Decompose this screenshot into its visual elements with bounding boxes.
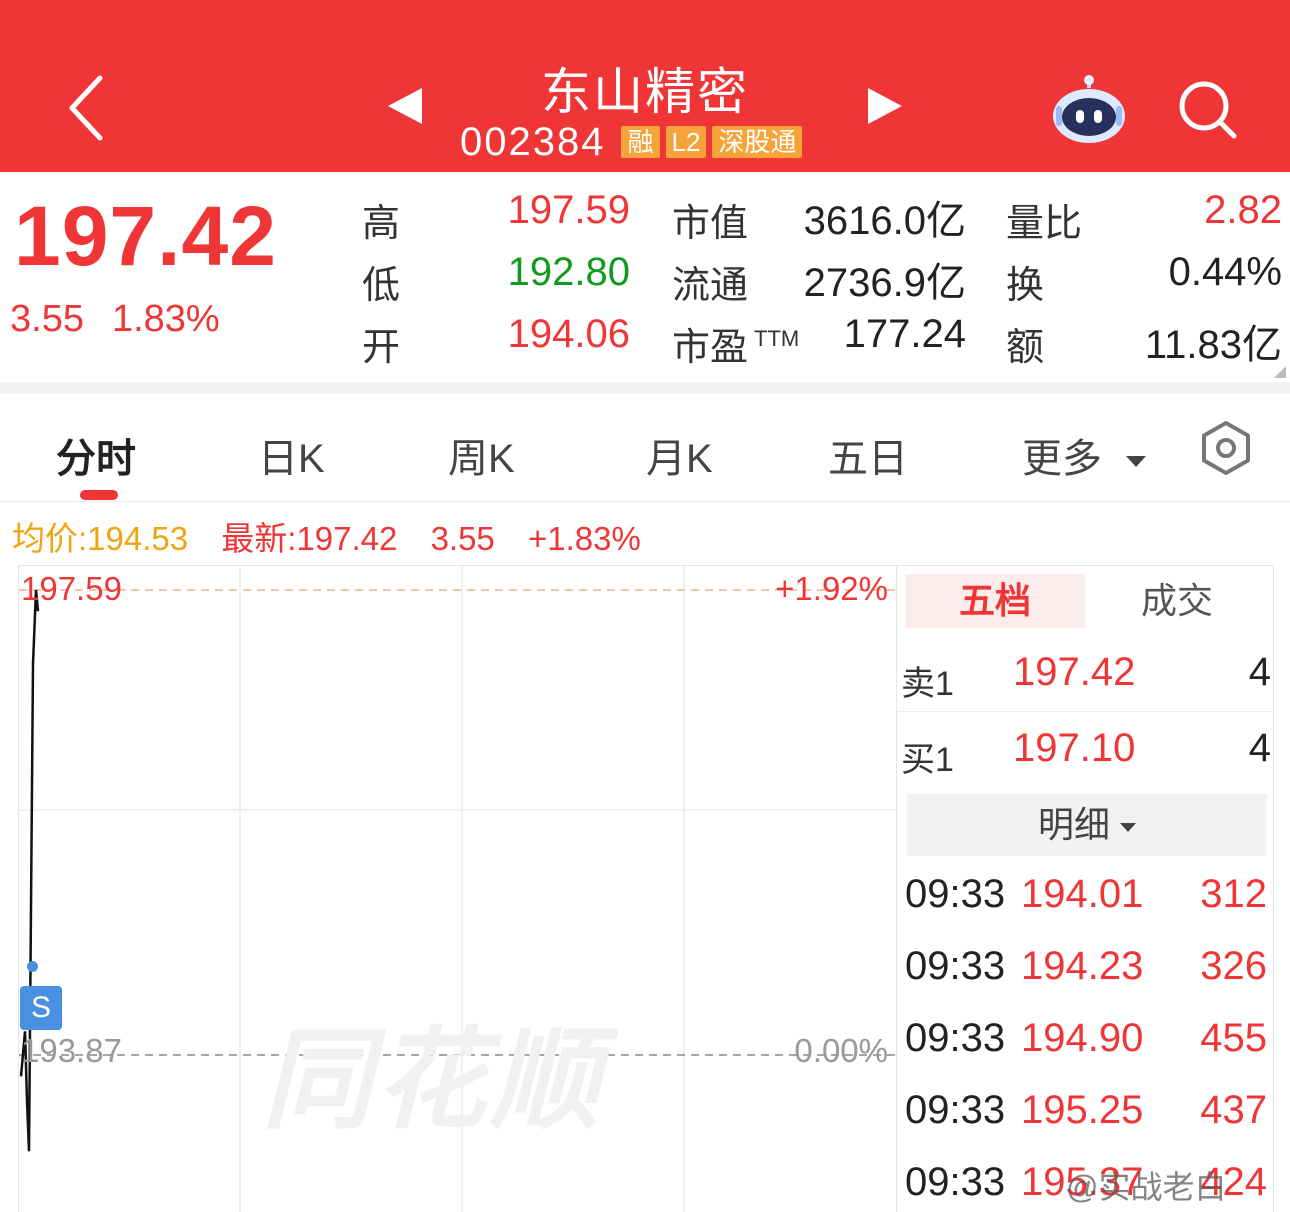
chart-top-pct: +1.92% xyxy=(775,570,888,607)
trade-time: 09:33 xyxy=(905,1160,1006,1204)
tab-daily-k[interactable]: 日K xyxy=(258,426,325,484)
buy1-price: 197.10 xyxy=(1013,726,1136,770)
trade-row: 09:33 195.25 437 xyxy=(897,1082,1273,1142)
caret-down-icon xyxy=(1126,455,1146,467)
chart-tabs: 分时 日K 周K 月K 五日 更多 xyxy=(0,394,1290,502)
trade-volume: 312 xyxy=(1200,872,1267,916)
low-value: 192.80 xyxy=(507,250,630,294)
robot-assistant-icon[interactable] xyxy=(1050,74,1128,144)
trade-price: 194.01 xyxy=(1021,872,1144,916)
stock-code: 002384 xyxy=(460,119,606,164)
trade-time: 09:33 xyxy=(905,1016,1006,1060)
tab-monthly-k[interactable]: 月K xyxy=(646,426,713,484)
buy1-qty: 4 xyxy=(1248,726,1271,770)
high-label: 高 xyxy=(362,203,401,245)
tab-five-levels[interactable]: 五档 xyxy=(905,574,1085,628)
amount-label: 额 xyxy=(1006,327,1045,369)
latest-price-label: 最新:197.42 xyxy=(221,520,398,557)
trade-price: 194.23 xyxy=(1021,944,1144,988)
tab-more-label: 更多 xyxy=(1022,437,1102,481)
vol-ratio-value: 2.82 xyxy=(1204,188,1282,232)
search-icon[interactable] xyxy=(1176,78,1238,140)
pe-ttm-sup: TTM xyxy=(754,326,800,352)
detail-dropdown[interactable]: 明细 xyxy=(907,794,1267,856)
quote-panel: 197.42 3.55 1.83% 高 197.59 低 192.80 开 194… xyxy=(0,172,1290,384)
sell1-qty: 4 xyxy=(1248,650,1271,694)
mktcap-value: 3616.0亿 xyxy=(803,199,966,243)
open-label: 开 xyxy=(362,327,401,369)
trade-price: 194.90 xyxy=(1021,1016,1144,1060)
amount-value: 11.83亿 xyxy=(1144,323,1282,367)
tab-intraday[interactable]: 分时 xyxy=(56,426,136,484)
detail-label: 明细 xyxy=(1037,804,1110,845)
sell1-label: 卖1 xyxy=(901,665,954,703)
margin-tag: 融 xyxy=(621,126,660,158)
tab-weekly-k[interactable]: 周K xyxy=(448,426,515,484)
chart-base-pct: 0.00% xyxy=(794,1032,888,1069)
sell1-row[interactable]: 卖1 197.42 4 xyxy=(897,638,1273,712)
trade-volume: 455 xyxy=(1200,1016,1267,1060)
trade-volume: 326 xyxy=(1200,944,1267,988)
trade-time: 09:33 xyxy=(905,944,1006,988)
open-value: 194.06 xyxy=(507,312,630,356)
turnover-value: 0.44% xyxy=(1168,250,1282,294)
s-signal-badge[interactable]: S xyxy=(20,986,62,1030)
trade-row: 09:33 194.01 312 xyxy=(897,866,1273,926)
caret-down-icon xyxy=(1120,822,1136,832)
buy1-label: 买1 xyxy=(901,741,954,779)
level2-tag: L2 xyxy=(665,126,707,158)
section-divider xyxy=(0,382,1290,394)
tab-trades[interactable]: 成交 xyxy=(1087,574,1267,628)
last-price: 197.42 xyxy=(14,189,277,283)
trade-volume: 437 xyxy=(1200,1088,1267,1132)
change-percent: 1.83% xyxy=(111,298,220,340)
latest-change-pct: +1.83% xyxy=(527,520,641,557)
turnover-label: 换 xyxy=(1006,265,1045,307)
high-value: 197.59 xyxy=(507,188,630,232)
mktcap-label: 市值 xyxy=(672,203,749,245)
avg-price-label: 均价:194.53 xyxy=(12,520,189,557)
pe-label: 市盈 TTM xyxy=(672,316,799,371)
trade-row: 09:33 194.23 326 xyxy=(897,938,1273,998)
pe-value: 177.24 xyxy=(843,312,966,356)
sell1-price: 197.42 xyxy=(1013,650,1136,694)
float-label: 流通 xyxy=(672,265,749,307)
tab-five-day[interactable]: 五日 xyxy=(828,426,908,484)
expand-corner-icon[interactable] xyxy=(1274,366,1286,378)
trade-price: 195.25 xyxy=(1021,1088,1144,1132)
settings-hexagon-icon[interactable] xyxy=(1200,420,1252,476)
buy1-row[interactable]: 买1 197.10 4 xyxy=(897,714,1273,788)
chart-base-price: 193.87 xyxy=(21,1032,122,1069)
vol-ratio-label: 量比 xyxy=(1006,203,1083,245)
book-divider xyxy=(897,711,1273,712)
shenzhen-connect-tag: 深股通 xyxy=(712,126,803,158)
signal-dot xyxy=(27,961,38,972)
top-bar: 东山精密 002384 融 L2 深股通 xyxy=(0,0,1290,172)
tab-more[interactable]: 更多 xyxy=(1022,426,1146,484)
active-tab-indicator xyxy=(80,490,118,500)
chart-top-price: 197.59 xyxy=(21,570,122,607)
weibo-watermark: @实战老白 xyxy=(1066,1169,1227,1205)
tonghuashun-watermark: 同花顺 xyxy=(262,1019,604,1142)
intraday-info-line: 均价:194.53 最新:197.42 3.55 +1.83% xyxy=(12,512,641,560)
low-label: 低 xyxy=(362,265,401,307)
order-book-panel: 五档 成交 卖1 197.42 4 买1 197.10 4 明细 09:33 1… xyxy=(896,565,1274,1212)
stock-code-row: 002384 融 L2 深股通 xyxy=(460,120,808,164)
next-stock-icon[interactable] xyxy=(868,88,902,124)
trade-row: 09:33 194.90 455 xyxy=(897,1010,1273,1070)
change-value: 3.55 xyxy=(10,298,84,340)
pe-label-text: 市盈 xyxy=(672,327,749,369)
price-change: 3.55 1.83% xyxy=(10,298,248,341)
float-value: 2736.9亿 xyxy=(803,261,966,305)
trade-time: 09:33 xyxy=(905,1088,1006,1132)
trade-time: 09:33 xyxy=(905,872,1006,916)
latest-change: 3.55 xyxy=(430,520,495,557)
